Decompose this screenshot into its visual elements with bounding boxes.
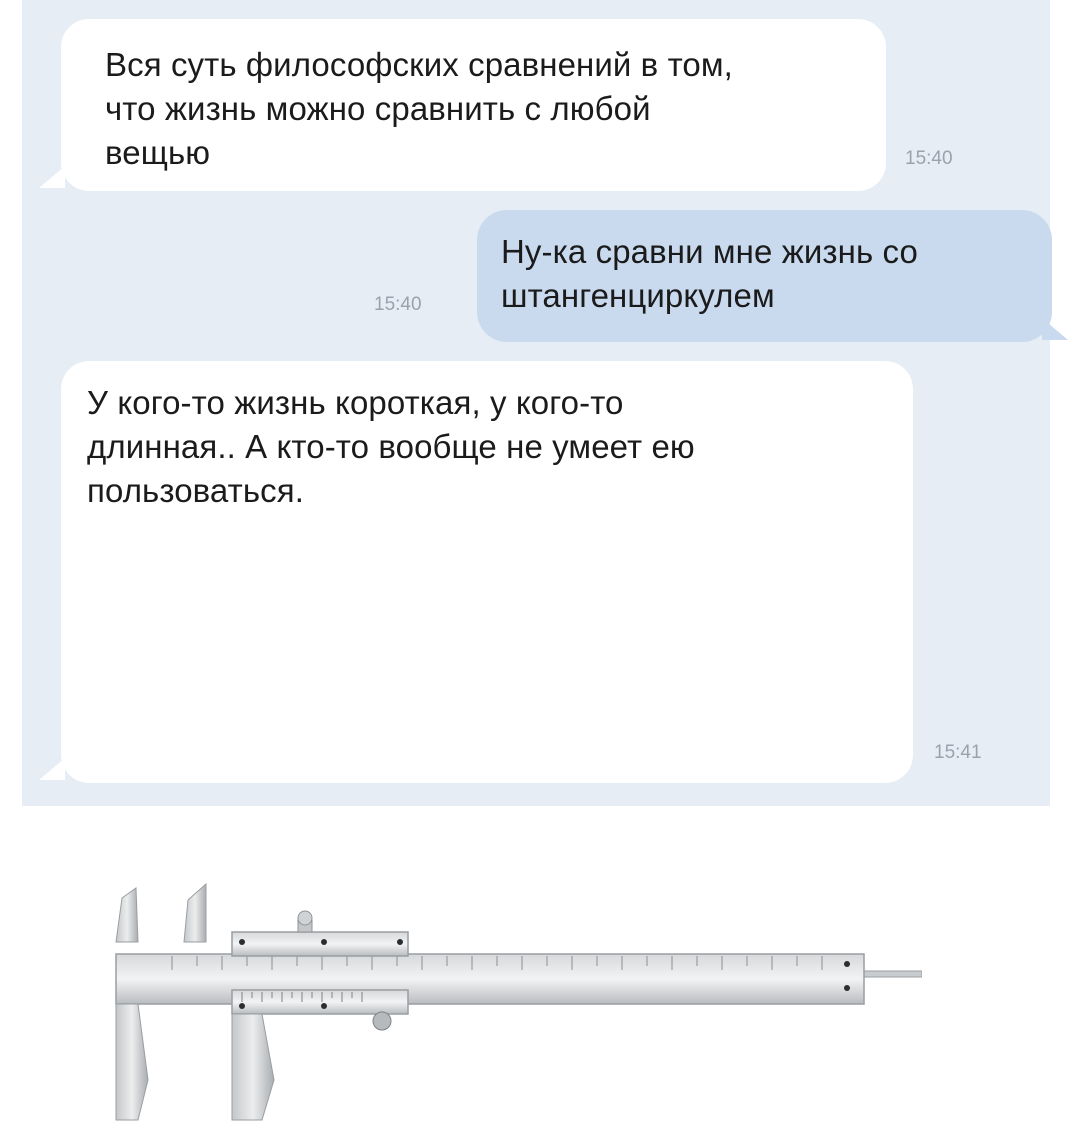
message-time: 15:40 (374, 294, 422, 315)
outgoing-message-bubble[interactable]: Ну-ка сравни мне жизнь со штангенциркуле… (477, 210, 1052, 342)
message-time: 15:41 (934, 742, 982, 763)
message-text: Вся суть философских сравнений в том, чт… (105, 46, 733, 171)
message-time: 15:40 (905, 148, 953, 169)
chat-area: Вся суть философских сравнений в том, чт… (22, 0, 1068, 1121)
incoming-message-bubble[interactable]: Вся суть философских сравнений в том, чт… (61, 19, 886, 191)
message-text: У кого-то жизнь короткая, у кого-то длин… (87, 384, 695, 509)
incoming-message-bubble[interactable]: У кого-то жизнь короткая, у кого-то длин… (61, 361, 922, 1121)
message-text: Ну-ка сравни мне жизнь со штангенциркуле… (501, 233, 918, 314)
caliper-image[interactable] (102, 880, 922, 1140)
